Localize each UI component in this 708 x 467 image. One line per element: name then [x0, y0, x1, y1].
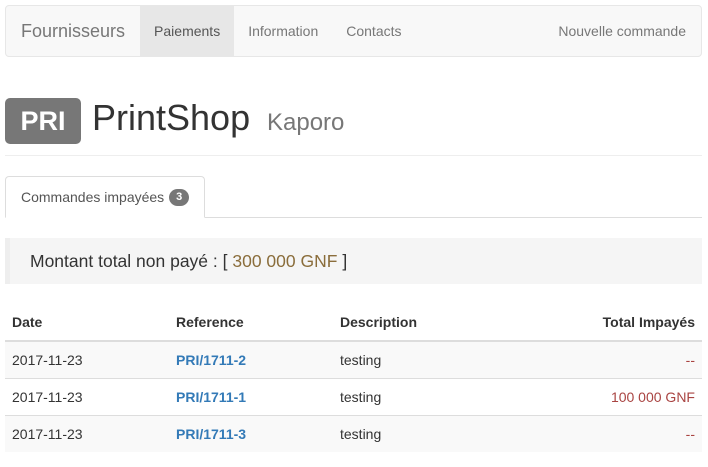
nav-item-paiements[interactable]: Paiements [140, 6, 235, 56]
header-description: Description [333, 303, 533, 342]
table-row: 2017-11-23 PRI/1711-1 testing 100 000 GN… [5, 377, 702, 415]
top-navbar: Fournisseurs Paiements Information Conta… [5, 5, 702, 57]
cell-total: -- [533, 341, 702, 378]
tabs-bar: Commandes impayées 3 [5, 176, 702, 218]
new-order-link[interactable]: Nouvelle commande [543, 6, 701, 56]
cell-reference: PRI/1711-2 [169, 341, 333, 378]
page-title: PrintShop [92, 97, 251, 138]
header-reference: Reference [169, 303, 333, 342]
page-header: PRI PrintShop Kaporo [5, 96, 702, 156]
table-header-row: Date Reference Description Total Impayés [5, 303, 702, 342]
nav-list: Paiements Information Contacts [140, 6, 415, 56]
cell-date: 2017-11-23 [5, 414, 169, 452]
nav-item-information[interactable]: Information [234, 6, 332, 56]
page-subtitle: Kaporo [267, 109, 345, 136]
header-date: Date [5, 303, 169, 342]
tab-label: Commandes impayées [21, 189, 165, 205]
cell-total: -- [533, 414, 702, 452]
reference-link[interactable]: PRI/1711-2 [176, 352, 246, 368]
unpaid-total-box: Montant total non payé : [ 300 000 GNF ] [5, 238, 702, 284]
cell-reference: PRI/1711-1 [169, 377, 333, 415]
table-row: 2017-11-23 PRI/1711-2 testing -- [5, 341, 702, 378]
reference-link[interactable]: PRI/1711-1 [176, 389, 246, 405]
cell-description: testing [333, 341, 533, 378]
unpaid-orders-table: Date Reference Description Total Impayés… [5, 303, 702, 452]
navbar-brand[interactable]: Fournisseurs [6, 6, 140, 56]
cell-description: testing [333, 414, 533, 452]
cell-description: testing [333, 377, 533, 415]
nav-item-contacts[interactable]: Contacts [332, 6, 415, 56]
table-row: 2017-11-23 PRI/1711-3 testing -- [5, 414, 702, 452]
total-label: Montant total non payé : [ [30, 250, 228, 271]
unpaid-count-badge: 3 [169, 188, 190, 206]
total-suffix: ] [342, 250, 348, 271]
cell-date: 2017-11-23 [5, 377, 169, 415]
header-total: Total Impayés [533, 303, 702, 342]
cell-date: 2017-11-23 [5, 341, 169, 378]
supplier-code-badge: PRI [5, 98, 81, 144]
cell-reference: PRI/1711-3 [169, 414, 333, 452]
cell-total: 100 000 GNF [533, 377, 702, 415]
reference-link[interactable]: PRI/1711-3 [176, 426, 246, 442]
tab-unpaid-orders[interactable]: Commandes impayées 3 [5, 176, 206, 218]
total-value: 300 000 GNF [232, 250, 338, 271]
